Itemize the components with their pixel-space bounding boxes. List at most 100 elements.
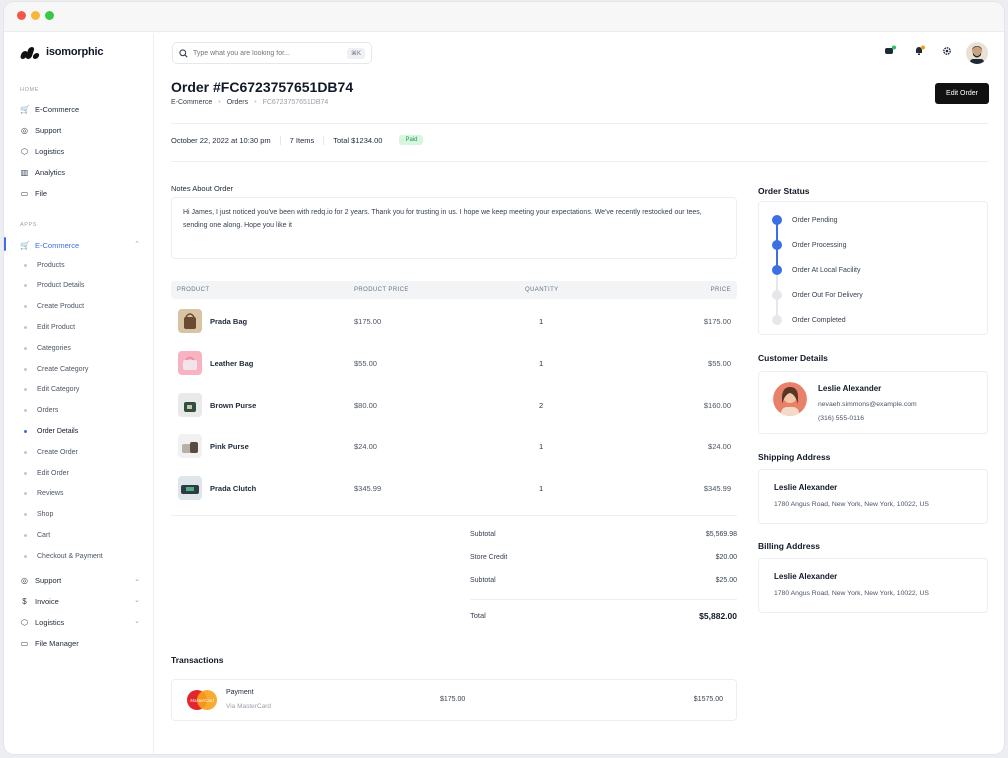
user-avatar[interactable] [966, 42, 988, 64]
chevron-down-icon: ⌄ [134, 576, 140, 583]
divider [171, 515, 737, 516]
product-total: $55.00 [708, 359, 731, 368]
status-step-order-processing: Order Processing [772, 239, 846, 251]
search-bar[interactable]: ⌘K [172, 42, 372, 64]
sidebar-item-apps-ecommerce[interactable]: 🛒 E-Commerce ⌃ [20, 237, 140, 253]
customer-details-title: Customer Details [758, 353, 828, 363]
sidebar-item-label: File [35, 188, 48, 198]
sidebar-subitem-categories[interactable]: Categories [24, 341, 71, 355]
sidebar-subitem-create-order[interactable]: Create Order [24, 445, 78, 459]
sidebar-subitem-shop[interactable]: Shop [24, 508, 53, 522]
sidebar-item-file-manager[interactable]: ▭ File Manager [20, 635, 140, 651]
sidebar-subitem-cart[interactable]: Cart [24, 528, 50, 542]
sidebar-item-support[interactable]: ◎ Support [20, 122, 140, 138]
column-header-price: PRICE [710, 287, 731, 293]
file-icon: ▭ [20, 188, 29, 198]
sidebar-item-invoice[interactable]: $ Invoice ⌄ [20, 593, 140, 609]
chevron-up-icon: ⌃ [134, 241, 140, 248]
sidebar-subitem-create-category[interactable]: Create Category [24, 362, 88, 376]
bullet-icon [24, 554, 27, 558]
status-step-label: Order Completed [792, 316, 846, 324]
breadcrumb-orders[interactable]: Orders [227, 99, 248, 106]
sidebar-subitem-edit-order[interactable]: Edit Order [24, 466, 69, 480]
customer-email[interactable]: nevaeh.simmons@example.com [818, 401, 917, 408]
sidebar-subitem-orders[interactable]: Orders [24, 404, 58, 418]
search-input[interactable] [193, 49, 342, 57]
breadcrumb: E-Commerce • Orders • FC6723757651DB74 [171, 99, 329, 106]
bullet-icon [24, 409, 27, 413]
status-step-label: Order Out For Delivery [792, 291, 863, 299]
active-indicator [4, 237, 6, 251]
sidebar-subitem-checkout-payment[interactable]: Checkout & Payment [24, 549, 103, 563]
edit-order-button[interactable]: Edit Order [935, 83, 989, 104]
bullet-icon [24, 284, 27, 288]
chevron-down-icon: ⌄ [134, 618, 140, 625]
sidebar-item-logistics[interactable]: ⬡ Logistics [20, 143, 140, 159]
sidebar-item-ecommerce[interactable]: 🛒 E-Commerce [20, 101, 140, 117]
close-window-button[interactable] [17, 11, 26, 20]
product-total: $345.99 [703, 484, 731, 493]
status-node-icon [772, 290, 782, 300]
product-name[interactable]: Brown Purse [210, 391, 256, 421]
transaction-row[interactable]: MasterCard Payment Via MasterCard $175.0… [171, 679, 737, 721]
sidebar-subitem-order-details[interactable]: Order Details [24, 424, 78, 438]
product-name[interactable]: Prada Clutch [210, 474, 256, 504]
table-row[interactable]: Brown Purse $80.00 2 $160.00 [171, 391, 737, 421]
bell-icon[interactable] [911, 45, 927, 61]
sidebar-subitem-create-product[interactable]: Create Product [24, 300, 84, 314]
sidebar-item-label: E-Commerce [35, 104, 80, 114]
sidebar-item-analytics[interactable]: ▥ Analytics [20, 164, 140, 180]
product-total: $160.00 [703, 401, 731, 410]
sidebar-item-logistics-app[interactable]: ⬡ Logistics ⌄ [20, 614, 140, 630]
bullet-icon [24, 305, 27, 309]
breadcrumb-current: FC6723757651DB74 [262, 99, 329, 106]
product-quantity: 1 [539, 359, 544, 368]
product-quantity: 1 [539, 317, 544, 326]
product-name[interactable]: Pink Purse [210, 432, 249, 462]
sidebar-item-label: Analytics [35, 167, 66, 177]
sidebar-subitem-reviews[interactable]: Reviews [24, 487, 63, 501]
sidebar-subitem-label: Shop [37, 511, 54, 519]
table-row[interactable]: Prada Clutch $345.99 1 $345.99 [171, 474, 737, 504]
sidebar-subitem-label: Edit Product [37, 323, 76, 331]
sidebar-subitem-label: Products [37, 261, 65, 269]
subtotal2-value: $25.00 [715, 577, 737, 584]
table-row[interactable]: Prada Bag $175.00 1 $175.00 [171, 307, 737, 337]
mastercard-logo: MasterCard [185, 689, 219, 711]
sidebar-subitem-product-details[interactable]: Product Details [24, 279, 84, 293]
chat-icon[interactable] [882, 45, 898, 61]
sidebar-item-file[interactable]: ▭ File [20, 185, 140, 201]
app-window: isomorphic HOME 🛒 E-Commerce ◎ Support ⬡… [4, 2, 1004, 754]
product-name[interactable]: Prada Bag [210, 307, 247, 337]
product-name[interactable]: Leather Bag [210, 349, 253, 379]
bullet-icon [24, 263, 27, 267]
sidebar-subitem-products[interactable]: Products [24, 258, 65, 272]
status-step-order-at-local-facility: Order At Local Facility [772, 264, 860, 276]
maximize-window-button[interactable] [45, 11, 54, 20]
page-title: Order #FC6723757651DB74 [171, 79, 354, 95]
order-date: October 22, 2022 at 10:30 pm [171, 135, 271, 145]
breadcrumb-ecommerce[interactable]: E-Commerce [171, 99, 212, 106]
table-row[interactable]: Pink Purse $24.00 1 $24.00 [171, 432, 737, 462]
column-header-product: PRODUCT [177, 287, 210, 293]
sidebar-item-support-app[interactable]: ◎ Support ⌄ [20, 572, 140, 588]
sidebar-subitem-label: Create Category [37, 365, 89, 373]
sidebar-subitem-edit-category[interactable]: Edit Category [24, 383, 79, 397]
minimize-window-button[interactable] [31, 11, 40, 20]
brand[interactable]: isomorphic [19, 45, 103, 59]
status-step-label: Order Pending [792, 216, 838, 224]
section-label-home: HOME [20, 87, 39, 93]
bullet-icon [24, 429, 27, 433]
sidebar-subitem-edit-product[interactable]: Edit Product [24, 320, 75, 334]
title-bar [4, 2, 1004, 32]
product-quantity: 2 [539, 401, 544, 410]
status-badge: Paid [399, 135, 424, 145]
sidebar-item-label: Logistics [35, 146, 65, 156]
total-row: Total $5,882.00 [470, 611, 737, 625]
store-credit-value: $20.00 [715, 554, 737, 561]
subtotal-value: $5,569.98 [705, 531, 737, 538]
product-price: $175.00 [354, 317, 382, 326]
settings-icon[interactable] [939, 45, 955, 61]
table-row[interactable]: Leather Bag $55.00 1 $55.00 [171, 349, 737, 379]
brand-logo-icon [19, 45, 40, 59]
